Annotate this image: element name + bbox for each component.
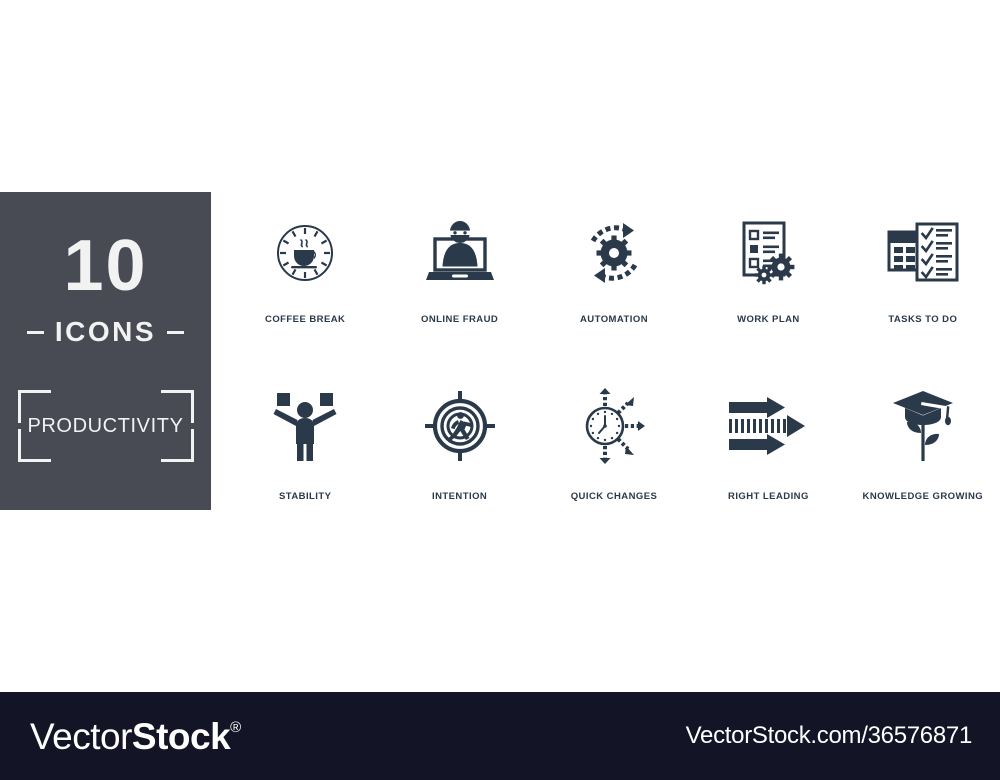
footer-bar: Vector Stock ® VectorStock.com/36576871 xyxy=(0,692,1000,780)
icon-cell-knowledge-growing[interactable]: KNOWLEDGE GROWING xyxy=(846,387,1000,502)
icons-word-row: ICONS xyxy=(26,316,185,348)
icon-label: QUICK CHANGES xyxy=(570,491,658,502)
vectorstock-url: VectorStock.com/36576871 xyxy=(685,722,973,749)
title-card: 10 ICONS PRODUCTIVITY xyxy=(0,192,211,510)
icon-row-2: STABILITY INTENTION QUICK CHANGES RIGHT … xyxy=(228,387,1000,502)
work-plan-document-gears-icon xyxy=(734,214,802,292)
vectorstock-logo: Vector Stock ® xyxy=(30,718,241,755)
icon-cell-right-leading[interactable]: RIGHT LEADING xyxy=(691,387,845,502)
knowledge-growing-cap-plant-icon xyxy=(891,387,955,465)
right-leading-arrows-icon xyxy=(727,387,809,465)
frame-corner-top-right xyxy=(160,390,194,423)
icon-grid: COFFEE BREAK ONLINE FRAUD AUTOMATION WOR… xyxy=(228,214,1000,502)
frame-corner-top-left xyxy=(17,390,51,423)
right-dash-rule xyxy=(167,330,185,334)
icon-label: INTENTION xyxy=(431,491,488,502)
icon-count-number: 10 xyxy=(63,226,148,306)
icon-label: KNOWLEDGE GROWING xyxy=(862,491,984,502)
stability-person-balance-icon xyxy=(273,387,337,465)
icon-label: TASKS TO DO xyxy=(888,314,958,325)
intention-target-runner-icon xyxy=(424,387,496,465)
icon-cell-automation[interactable]: AUTOMATION xyxy=(537,214,691,325)
frame-corner-bottom-right xyxy=(160,429,194,462)
icon-label: STABILITY xyxy=(278,491,332,502)
online-fraud-laptop-thief-icon xyxy=(424,214,496,292)
category-frame: PRODUCTIVITY xyxy=(17,390,194,462)
left-dash-rule xyxy=(26,330,44,334)
icon-cell-online-fraud[interactable]: ONLINE FRAUD xyxy=(382,214,536,325)
icon-cell-quick-changes[interactable]: QUICK CHANGES xyxy=(537,387,691,502)
icon-cell-intention[interactable]: INTENTION xyxy=(382,387,536,502)
tasks-to-do-calendar-checklist-icon xyxy=(885,214,961,292)
icon-label: WORK PLAN xyxy=(737,314,800,325)
brand-name-bold: Stock xyxy=(131,715,231,757)
icon-label: ONLINE FRAUD xyxy=(421,314,499,325)
icon-label: COFFEE BREAK xyxy=(265,314,346,325)
icon-cell-work-plan[interactable]: WORK PLAN xyxy=(691,214,845,325)
icon-label: AUTOMATION xyxy=(580,314,649,325)
icons-word-label: ICONS xyxy=(54,316,157,347)
frame-corner-bottom-left xyxy=(17,429,51,462)
icon-row-1: COFFEE BREAK ONLINE FRAUD AUTOMATION WOR… xyxy=(228,214,1000,325)
coffee-break-clock-icon xyxy=(270,214,340,292)
registered-mark: ® xyxy=(230,718,241,736)
icon-cell-tasks-to-do[interactable]: TASKS TO DO xyxy=(846,214,1000,325)
icon-cell-stability[interactable]: STABILITY xyxy=(228,387,382,502)
icon-cell-coffee-break[interactable]: COFFEE BREAK xyxy=(228,214,382,325)
automation-gear-cycle-icon xyxy=(580,214,648,292)
quick-changes-clock-arrows-icon xyxy=(575,387,653,465)
brand-name-light: Vector xyxy=(30,715,132,757)
icon-label: RIGHT LEADING xyxy=(728,491,809,502)
